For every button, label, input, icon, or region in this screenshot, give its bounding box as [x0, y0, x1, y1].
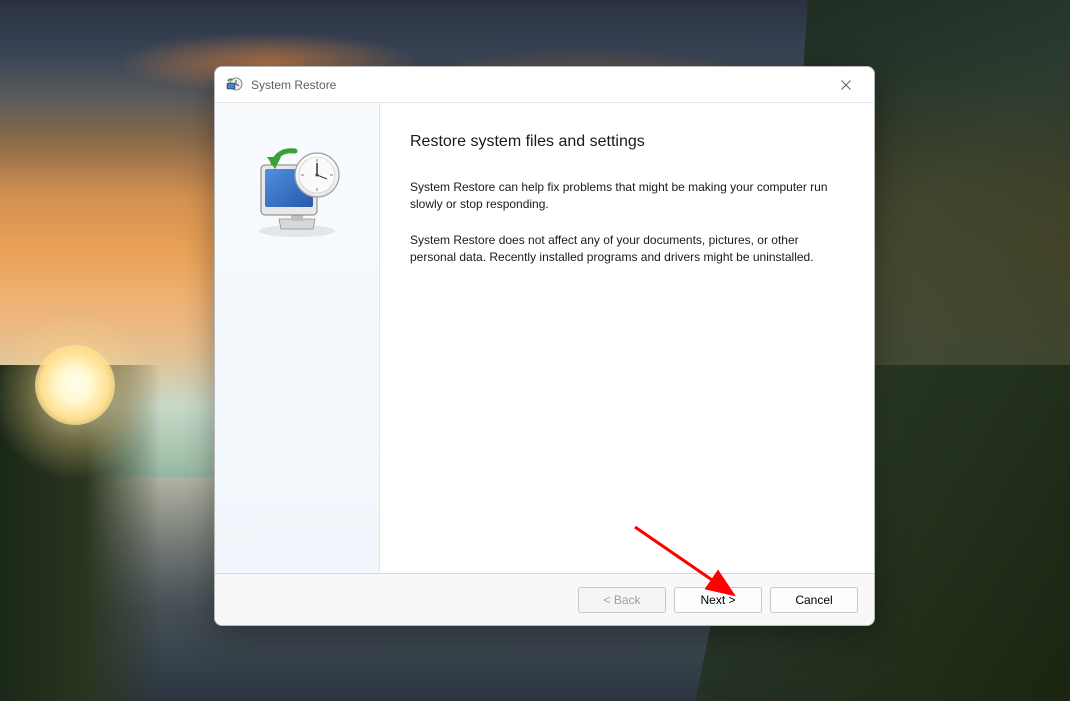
close-button[interactable] — [824, 70, 868, 100]
dialog-title: System Restore — [251, 78, 824, 92]
wizard-paragraph-1: System Restore can help fix problems tha… — [410, 179, 830, 214]
close-icon — [841, 80, 851, 90]
system-restore-icon — [225, 76, 243, 94]
cancel-button[interactable]: Cancel — [770, 587, 858, 613]
titlebar[interactable]: System Restore — [215, 67, 874, 103]
wizard-paragraph-2: System Restore does not affect any of yo… — [410, 232, 830, 267]
wizard-main-panel: Restore system files and settings System… — [380, 103, 874, 573]
next-button[interactable]: Next > — [674, 587, 762, 613]
dialog-content: Restore system files and settings System… — [215, 103, 874, 573]
wizard-heading: Restore system files and settings — [410, 133, 838, 151]
back-button: < Back — [578, 587, 666, 613]
monitor-clock-restore-icon — [247, 143, 347, 243]
system-restore-dialog: System Restore — [214, 66, 875, 626]
wizard-sidebar — [215, 103, 380, 573]
wizard-footer: < Back Next > Cancel — [215, 573, 874, 625]
